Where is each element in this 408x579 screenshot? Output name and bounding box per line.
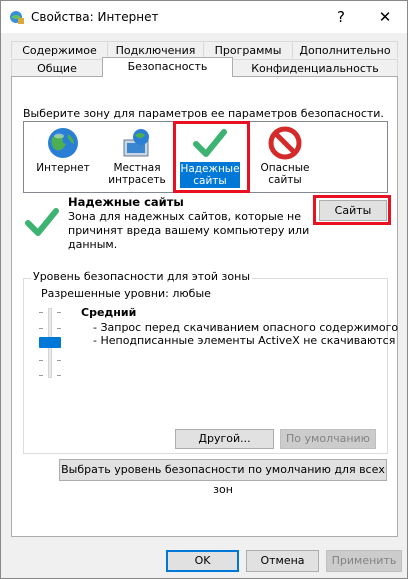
ok-button[interactable]: OK bbox=[166, 550, 239, 572]
restricted-icon bbox=[268, 126, 302, 160]
zone-internet[interactable]: Интернет bbox=[28, 122, 98, 192]
slider-tick bbox=[39, 360, 43, 361]
slider-tick bbox=[39, 312, 43, 313]
slider-tick bbox=[39, 375, 43, 376]
checkmark-icon bbox=[25, 208, 59, 236]
default-level-button[interactable]: По умолчанию bbox=[280, 429, 376, 449]
internet-options-icon bbox=[10, 11, 24, 24]
security-level-name: Средний bbox=[81, 306, 137, 319]
selected-zone-description: Зона для надежных сайтов, которые не при… bbox=[68, 210, 309, 252]
zone-local-intranet[interactable]: Местная интрасеть bbox=[102, 122, 172, 192]
level-bullet: - Запрос перед скачиванием опасного соде… bbox=[93, 321, 399, 334]
description-line: причинят вреда вашему компьютеру или bbox=[68, 224, 310, 237]
reset-all-zones-button[interactable]: Выбрать уровень безопасности по умолчани… bbox=[59, 459, 387, 496]
tab-programs[interactable]: Программы bbox=[203, 41, 293, 58]
tab-privacy[interactable]: Конфиденциальность bbox=[232, 59, 398, 76]
zone-restricted-sites[interactable]: Опасные сайты bbox=[250, 122, 320, 192]
slider-tick bbox=[57, 312, 61, 313]
tab-advanced[interactable]: Дополнительно bbox=[292, 41, 398, 58]
tab-content[interactable]: Содержимое bbox=[11, 41, 108, 58]
window-title: Свойства: Интернет bbox=[31, 10, 159, 24]
tab-general[interactable]: Общие bbox=[11, 59, 103, 76]
help-button[interactable]: ? bbox=[319, 1, 363, 33]
zone-restricted-sites-label: Опасные сайты bbox=[260, 162, 310, 186]
globe-icon bbox=[48, 128, 78, 158]
slider-tick bbox=[57, 328, 61, 329]
security-level-group bbox=[23, 278, 388, 454]
zone-internet-label: Интернет bbox=[36, 162, 90, 174]
slider-tick bbox=[57, 360, 61, 361]
zone-instruction: Выберите зону для параметров ее параметр… bbox=[23, 107, 384, 120]
slider-thumb[interactable] bbox=[39, 337, 61, 348]
highlight-trusted-zone bbox=[173, 121, 250, 193]
description-line: данным. bbox=[68, 238, 118, 251]
apply-button[interactable]: Применить bbox=[326, 550, 402, 572]
highlight-sites-button bbox=[313, 195, 391, 225]
close-button[interactable]: ✕ bbox=[363, 1, 407, 33]
zone-local-intranet-label: Местная интрасеть bbox=[108, 162, 166, 186]
level-bullet: - Неподписанные элементы ActiveX не скач… bbox=[93, 334, 396, 347]
cancel-button[interactable]: Отмена bbox=[246, 550, 319, 572]
selected-zone-title: Надежные сайты bbox=[68, 195, 184, 209]
custom-level-button[interactable]: Другой... bbox=[175, 429, 274, 449]
description-line: Зона для надежных сайтов, которые не bbox=[68, 210, 302, 223]
allowed-levels-label: Разрешенные уровни: любые bbox=[41, 287, 211, 300]
security-level-group-title: Уровень безопасности для этой зоны bbox=[31, 270, 252, 283]
title-bar: Свойства: Интернет ? ✕ bbox=[1, 1, 407, 33]
tab-security[interactable]: Безопасность bbox=[102, 57, 233, 77]
local-intranet-icon bbox=[123, 129, 149, 157]
slider-tick bbox=[39, 328, 43, 329]
internet-properties-window: Свойства: Интернет ? ✕ Содержимое Подклю… bbox=[0, 0, 408, 579]
slider-tick bbox=[57, 375, 61, 376]
tab-connections[interactable]: Подключения bbox=[107, 41, 204, 58]
